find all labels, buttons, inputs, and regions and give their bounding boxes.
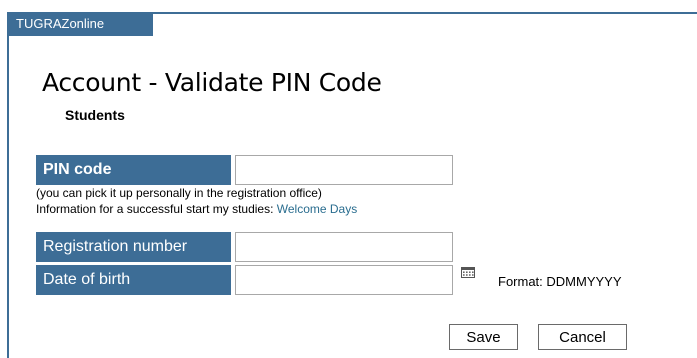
content-frame (7, 12, 697, 358)
registration-number-label: Registration number (36, 232, 231, 262)
pin-code-label: PIN code (36, 155, 231, 185)
save-button[interactable]: Save (449, 324, 518, 350)
app-tab[interactable]: TUGRAZonline (7, 12, 153, 36)
pin-note: (you can pick it up personally in the re… (36, 186, 322, 200)
pin-code-input[interactable] (235, 155, 453, 185)
welcome-days-link[interactable]: Welcome Days (277, 202, 357, 216)
info-text: Information for a successful start my st… (36, 202, 277, 216)
date-of-birth-label: Date of birth (36, 265, 231, 295)
info-line: Information for a successful start my st… (36, 202, 357, 216)
registration-number-input[interactable] (235, 232, 453, 262)
cancel-button[interactable]: Cancel (538, 324, 627, 350)
date-of-birth-input[interactable] (235, 265, 453, 295)
date-format-hint: Format: DDMMYYYY (498, 274, 622, 289)
calendar-icon[interactable] (461, 266, 475, 278)
page-title: Account - Validate PIN Code (42, 68, 382, 97)
page-subtitle: Students (65, 107, 125, 123)
